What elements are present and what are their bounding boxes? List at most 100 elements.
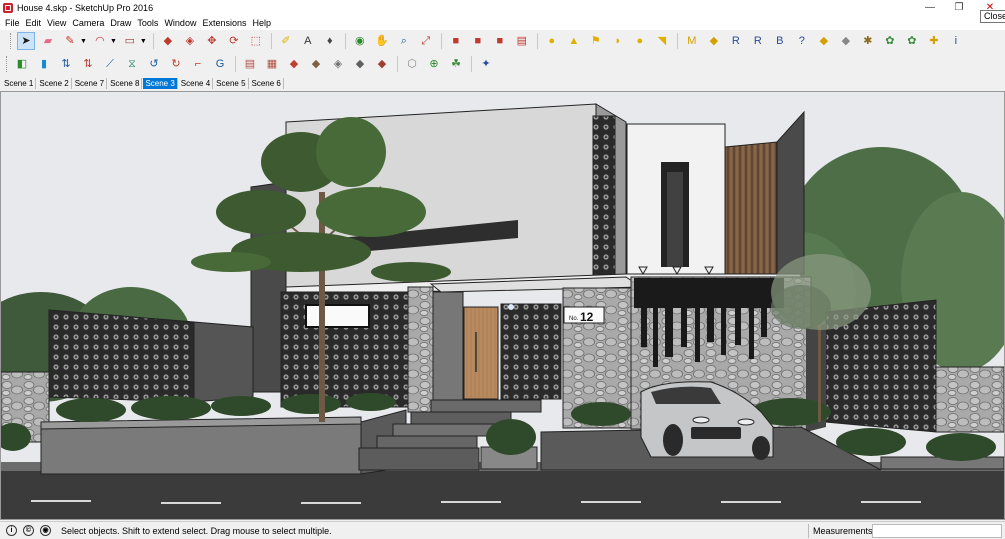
plugin-icon[interactable]: ✦ xyxy=(477,55,495,73)
menu-extensions[interactable]: Extensions xyxy=(199,18,249,28)
scene-tabs: Scene 1 Scene 2 Scene 7 Scene 8 Scene 3 Scene… xyxy=(0,76,285,90)
material-icon[interactable]: ◆ xyxy=(815,32,833,50)
distribute-icon[interactable]: ⇅ xyxy=(79,55,97,73)
quad-map-icon[interactable]: ◆ xyxy=(373,55,391,73)
toolbar-separator xyxy=(397,56,398,72)
zoom-extents-icon[interactable]: ⤢ xyxy=(417,32,435,50)
user-icon[interactable]: ◉ xyxy=(40,525,51,536)
menu-draw[interactable]: Draw xyxy=(107,18,134,28)
g3-icon[interactable]: G xyxy=(211,55,229,73)
chevron-down-icon[interactable]: ▼ xyxy=(140,38,147,45)
share-model-icon[interactable]: ■ xyxy=(469,32,487,50)
warehouse-icon[interactable]: ■ xyxy=(447,32,465,50)
select-icon[interactable]: ➤ xyxy=(17,32,35,50)
box-map-icon[interactable]: ◆ xyxy=(285,55,303,73)
orbit-icon[interactable]: ◉ xyxy=(351,32,369,50)
align-icon[interactable]: ⇅ xyxy=(57,55,75,73)
toolbar-separator xyxy=(536,33,538,49)
texture-icon[interactable]: ▤ xyxy=(241,55,259,73)
move-icon[interactable]: ✥ xyxy=(203,32,221,50)
cylinder-map-icon[interactable]: ◈ xyxy=(329,55,347,73)
frog-icon[interactable]: ☘ xyxy=(447,55,465,73)
render-r-icon[interactable]: R xyxy=(727,32,745,50)
object-icon[interactable]: ◆ xyxy=(837,32,855,50)
sphere-map-icon[interactable]: ◆ xyxy=(351,55,369,73)
pan-icon[interactable]: ✋ xyxy=(373,32,391,50)
credits-icon[interactable]: © xyxy=(23,525,34,536)
flip-icon[interactable]: ▮ xyxy=(35,55,53,73)
menu-camera[interactable]: Camera xyxy=(69,18,107,28)
section-plane-icon[interactable]: ◧ xyxy=(13,55,31,73)
spot-light-icon[interactable]: ◥ xyxy=(653,32,671,50)
scene-tab[interactable]: Scene 7 xyxy=(73,77,108,89)
house-number: 12 xyxy=(580,310,594,324)
scene-tab[interactable]: Scene 5 xyxy=(214,77,249,89)
minimize-button[interactable]: — xyxy=(915,0,945,15)
render-batch-icon[interactable]: B xyxy=(771,32,789,50)
lamp-icon[interactable]: ▲ xyxy=(565,32,583,50)
dome-icon[interactable]: ◗ xyxy=(609,32,627,50)
scene-render[interactable]: No. 12 xyxy=(1,92,1004,519)
rectangle-icon[interactable]: ▭ xyxy=(121,32,139,50)
eraser-icon[interactable]: ▰ xyxy=(39,32,57,50)
menu-file[interactable]: File xyxy=(2,18,23,28)
flag-icon[interactable]: ⚑ xyxy=(587,32,605,50)
scene-tab[interactable]: Scene 3 xyxy=(143,77,178,89)
measurements-input[interactable] xyxy=(872,524,1002,538)
pencil-icon[interactable]: ✎ xyxy=(61,32,79,50)
menu-help[interactable]: Help xyxy=(249,18,274,28)
toolbar-grip[interactable] xyxy=(6,56,9,72)
follow-me-icon[interactable]: ◈ xyxy=(181,32,199,50)
chevron-down-icon[interactable]: ▼ xyxy=(110,38,117,45)
scene-tab[interactable]: Scene 1 xyxy=(2,77,37,89)
scene-tab[interactable]: Scene 6 xyxy=(250,77,284,89)
mirror-icon[interactable]: ⧖ xyxy=(123,55,141,73)
toolbar-separator xyxy=(152,33,154,49)
scene-tab[interactable]: Scene 8 xyxy=(108,77,143,89)
lock-icon[interactable]: ⊕ xyxy=(425,55,443,73)
extension-warehouse-icon[interactable]: ■ xyxy=(491,32,509,50)
paint-bucket-icon[interactable]: ♦ xyxy=(321,32,339,50)
rotate-icon[interactable]: ⟳ xyxy=(225,32,243,50)
text-icon[interactable]: A xyxy=(299,32,317,50)
render-settings-icon[interactable]: ◆ xyxy=(705,32,723,50)
send-to-layout-icon[interactable]: ▤ xyxy=(513,32,531,50)
status-divider xyxy=(808,524,809,538)
render-rt-icon[interactable]: R xyxy=(749,32,767,50)
connect-icon[interactable]: ⟋ xyxy=(101,55,119,73)
fur-icon[interactable]: ✿ xyxy=(903,32,921,50)
scale-icon[interactable]: ⬚ xyxy=(247,32,265,50)
scene-tab[interactable]: Scene 4 xyxy=(179,77,214,89)
tape-measure-icon[interactable]: ✐ xyxy=(277,32,295,50)
sphere-icon[interactable]: ● xyxy=(543,32,561,50)
proxy-icon[interactable]: ✱ xyxy=(859,32,877,50)
secondary-toolbar: ◧ ▮ ⇅ ⇅ ⟋ ⧖ ↺ ↻ ⌐ G ▤ ▦ ◆ ◆ ◈ ◆ ◆ ⬡ ⊕ ☘ ✦ xyxy=(0,52,1005,76)
chevron-down-icon[interactable]: ▼ xyxy=(80,38,87,45)
menu-view[interactable]: View xyxy=(44,18,69,28)
point-light-icon[interactable]: ● xyxy=(631,32,649,50)
uv-map-icon[interactable]: ▦ xyxy=(263,55,281,73)
render-icon[interactable]: M xyxy=(683,32,701,50)
model-viewport[interactable]: No. 12 xyxy=(0,91,1005,520)
menu-tools[interactable]: Tools xyxy=(134,18,161,28)
menu-window[interactable]: Window xyxy=(161,18,199,28)
maximize-button[interactable]: ❐ xyxy=(944,0,974,15)
scatter-icon[interactable]: ✿ xyxy=(881,32,899,50)
zoom-icon[interactable]: ⌕ xyxy=(395,32,413,50)
arc-icon[interactable]: ◠ xyxy=(91,32,109,50)
sketchup-window: House 4.skp - SketchUp Pro 2016 — ❐ ✕ Cl… xyxy=(0,0,1005,539)
shield-icon[interactable]: ⬡ xyxy=(403,55,421,73)
toolbar-grip[interactable] xyxy=(10,33,13,49)
curve-icon[interactable]: ↺ xyxy=(145,55,163,73)
push-pull-icon[interactable]: ◆ xyxy=(159,32,177,50)
info-icon[interactable]: i xyxy=(947,32,965,50)
scene-tab[interactable]: Scene 2 xyxy=(37,77,72,89)
close-tooltip: Close xyxy=(980,10,1005,23)
menu-edit[interactable]: Edit xyxy=(23,18,45,28)
curve-reverse-icon[interactable]: ↻ xyxy=(167,55,185,73)
options-icon[interactable]: ✚ xyxy=(925,32,943,50)
fillet-icon[interactable]: ⌐ xyxy=(189,55,207,73)
planar-map-icon[interactable]: ◆ xyxy=(307,55,325,73)
help-icon[interactable]: ? xyxy=(793,32,811,50)
geo-location-icon[interactable]: i xyxy=(6,525,17,536)
